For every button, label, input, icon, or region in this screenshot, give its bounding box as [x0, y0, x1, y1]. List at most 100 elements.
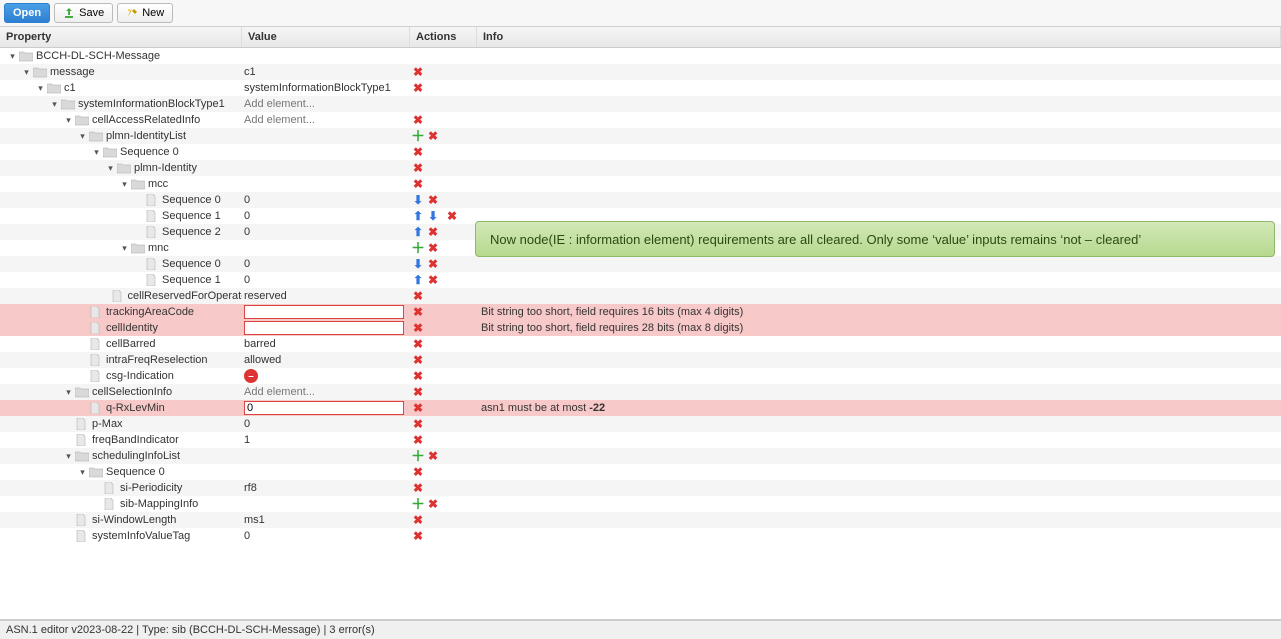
add-icon[interactable]: ＋: [412, 242, 424, 254]
delete-icon[interactable]: ✖: [412, 82, 424, 94]
tree-view[interactable]: ▾BCCH-DL-SCH-Message▾messagec1✖▾c1system…: [0, 48, 1281, 620]
delete-icon[interactable]: ✖: [412, 482, 424, 494]
delete-icon[interactable]: ✖: [412, 322, 424, 334]
delete-icon[interactable]: ✖: [427, 194, 439, 206]
collapse-icon[interactable]: ▾: [92, 147, 101, 158]
property-cell: ▾plmn-Identity: [0, 161, 242, 175]
toolbar: Open Save New: [0, 0, 1281, 27]
delete-icon[interactable]: ✖: [412, 162, 424, 174]
move-up-icon[interactable]: ⬆: [412, 226, 424, 238]
delete-icon[interactable]: ✖: [427, 258, 439, 270]
tree-row[interactable]: p-Max0✖: [0, 416, 1281, 432]
tree-row[interactable]: trackingAreaCode✖Bit string too short, f…: [0, 304, 1281, 320]
tree-row[interactable]: ▾messagec1✖: [0, 64, 1281, 80]
collapse-icon[interactable]: ▾: [36, 83, 45, 94]
delete-icon[interactable]: ✖: [412, 418, 424, 430]
tree-row[interactable]: intraFreqReselectionallowed✖: [0, 352, 1281, 368]
actions-cell: ✖: [410, 433, 477, 447]
tree-row[interactable]: ▾cellSelectionInfoAdd element...✖: [0, 384, 1281, 400]
tree-row[interactable]: freqBandIndicator 1 ✖: [0, 432, 1281, 448]
collapse-icon[interactable]: ▾: [50, 99, 59, 110]
value-text: 1: [244, 434, 250, 446]
tree-row[interactable]: ▾plmn-IdentityList＋✖: [0, 128, 1281, 144]
info-cell: [477, 183, 1281, 185]
save-button[interactable]: Save: [54, 3, 113, 23]
tree-row[interactable]: systemInfoValueTag0✖: [0, 528, 1281, 544]
delete-icon[interactable]: ✖: [427, 274, 439, 286]
collapse-icon[interactable]: ▾: [64, 451, 73, 462]
tree-row[interactable]: ▾Sequence 0✖: [0, 464, 1281, 480]
delete-icon[interactable]: ✖: [427, 226, 439, 238]
callout-text: Now node(IE : information element) requi…: [490, 232, 1141, 247]
delete-icon[interactable]: ✖: [412, 146, 424, 158]
delete-icon[interactable]: ✖: [412, 290, 424, 302]
delete-icon[interactable]: ✖: [412, 114, 424, 126]
tree-row[interactable]: Sequence 00⬇✖: [0, 256, 1281, 272]
tree-row[interactable]: ▾BCCH-DL-SCH-Message: [0, 48, 1281, 64]
delete-icon[interactable]: ✖: [412, 338, 424, 350]
move-down-icon[interactable]: ⬇: [412, 194, 424, 206]
collapse-icon[interactable]: ▾: [64, 115, 73, 126]
delete-icon[interactable]: ✖: [412, 306, 424, 318]
delete-icon[interactable]: ✖: [412, 434, 424, 446]
tree-row[interactable]: cellReservedForOperatorUsereserved✖: [0, 288, 1281, 304]
tree-row[interactable]: ▾cellAccessRelatedInfoAdd element...✖: [0, 112, 1281, 128]
delete-icon[interactable]: ✖: [427, 130, 439, 142]
tree-row[interactable]: ▾schedulingInfoList＋✖: [0, 448, 1281, 464]
collapse-icon[interactable]: ▾: [120, 243, 129, 254]
collapse-icon[interactable]: ▾: [120, 179, 129, 190]
add-icon[interactable]: ＋: [412, 130, 424, 142]
info-cell: [477, 151, 1281, 153]
tree-row[interactable]: csg-Indication–✖: [0, 368, 1281, 384]
tree-row[interactable]: q-RxLevMin✖asn1 must be at most -22: [0, 400, 1281, 416]
value-text: 0: [244, 530, 250, 542]
tree-row[interactable]: ▾c1systemInformationBlockType1✖: [0, 80, 1281, 96]
tree-row[interactable]: ▾plmn-Identity ✖: [0, 160, 1281, 176]
delete-icon[interactable]: ✖: [412, 354, 424, 366]
collapse-icon[interactable]: ▾: [22, 67, 31, 78]
value-cell: barred: [242, 337, 410, 351]
tree-row[interactable]: Sequence 00⬇✖: [0, 192, 1281, 208]
collapse-icon[interactable]: ▾: [78, 467, 87, 478]
delete-icon[interactable]: ✖: [412, 178, 424, 190]
delete-icon[interactable]: ✖: [412, 402, 424, 414]
delete-icon[interactable]: ✖: [427, 498, 439, 510]
delete-icon[interactable]: ✖: [412, 66, 424, 78]
delete-icon[interactable]: ✖: [412, 386, 424, 398]
move-up-icon[interactable]: ⬆: [412, 274, 424, 286]
delete-icon[interactable]: ✖: [412, 466, 424, 478]
property-label: cellIdentity: [106, 322, 158, 334]
tree-row[interactable]: ▾mcc✖: [0, 176, 1281, 192]
delete-icon[interactable]: ✖: [427, 242, 439, 254]
collapse-icon[interactable]: ▾: [78, 131, 87, 142]
tree-row[interactable]: Sequence 10⬆✖: [0, 272, 1281, 288]
move-down-icon[interactable]: ⬇: [427, 210, 439, 222]
open-button[interactable]: Open: [4, 3, 50, 23]
delete-icon[interactable]: ✖: [446, 210, 458, 222]
value-input[interactable]: [244, 305, 404, 319]
add-icon[interactable]: ＋: [412, 498, 424, 510]
tree-row[interactable]: cellBarredbarred✖: [0, 336, 1281, 352]
new-button[interactable]: New: [117, 3, 173, 23]
move-down-icon[interactable]: ⬇: [412, 258, 424, 270]
add-icon[interactable]: ＋: [412, 450, 424, 462]
value-input[interactable]: [244, 321, 404, 335]
folder-icon: [61, 98, 75, 110]
value-text: 0: [244, 226, 250, 238]
delete-icon[interactable]: ✖: [412, 514, 424, 526]
delete-icon[interactable]: ✖: [427, 450, 439, 462]
tree-row[interactable]: sib-MappingInfo＋✖: [0, 496, 1281, 512]
collapse-icon[interactable]: ▾: [64, 387, 73, 398]
tree-row[interactable]: ▾Sequence 0✖: [0, 144, 1281, 160]
tree-row[interactable]: si-Periodicityrf8✖: [0, 480, 1281, 496]
tree-row[interactable]: cellIdentity✖Bit string too short, field…: [0, 320, 1281, 336]
property-label: freqBandIndicator: [92, 434, 179, 446]
tree-row[interactable]: si-WindowLengthms1✖: [0, 512, 1281, 528]
delete-icon[interactable]: ✖: [412, 530, 424, 542]
move-up-icon[interactable]: ⬆: [412, 210, 424, 222]
collapse-icon[interactable]: ▾: [8, 51, 17, 62]
value-input[interactable]: [244, 401, 404, 415]
collapse-icon[interactable]: ▾: [106, 163, 115, 174]
tree-row[interactable]: ▾systemInformationBlockType1Add element.…: [0, 96, 1281, 112]
delete-icon[interactable]: ✖: [412, 370, 424, 382]
